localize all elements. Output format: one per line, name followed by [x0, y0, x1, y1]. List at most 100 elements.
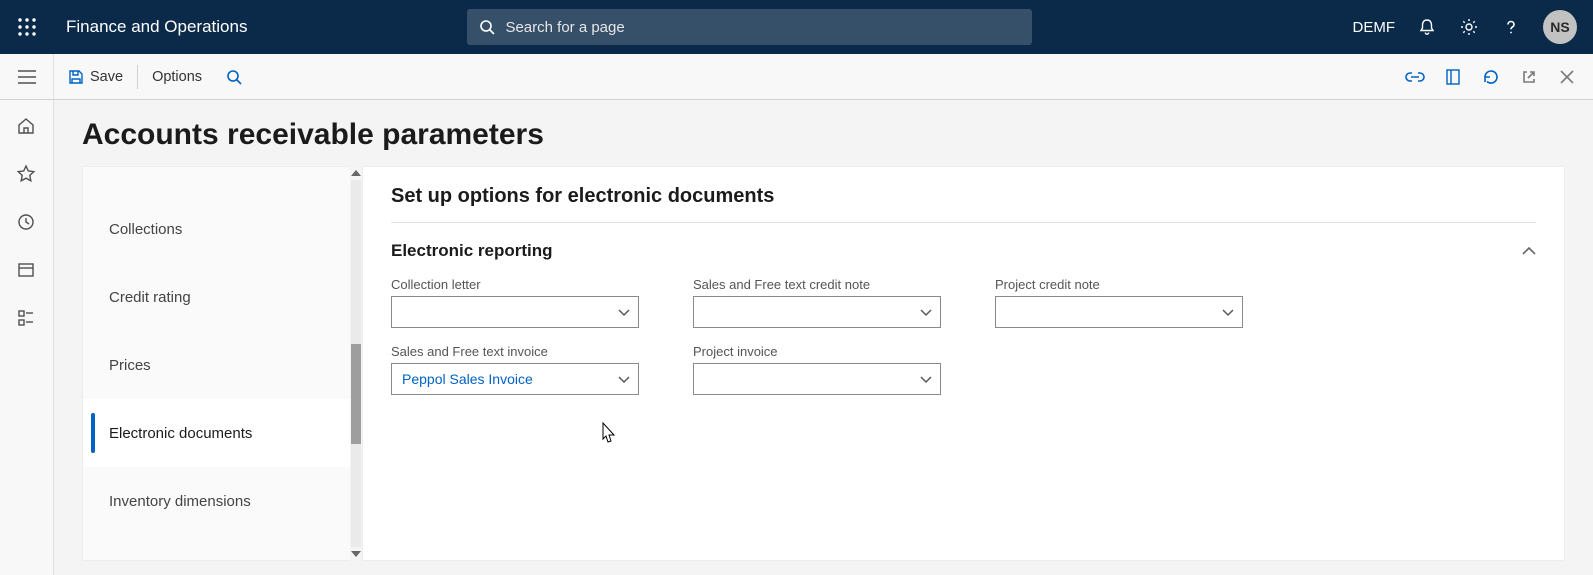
chevron-down-icon — [920, 304, 932, 320]
content-row: Collections Credit rating Prices Electro… — [82, 166, 1593, 561]
help-button[interactable] — [1501, 17, 1521, 37]
field-sales-credit-note: Sales and Free text credit note — [693, 277, 941, 328]
field-project-invoice: Project invoice — [693, 344, 941, 395]
search-icon — [226, 69, 242, 85]
clock-icon — [16, 212, 36, 232]
star-icon — [16, 164, 36, 184]
chevron-down-icon — [920, 371, 932, 387]
nav-modules[interactable] — [16, 308, 38, 330]
field-label: Sales and Free text invoice — [391, 344, 639, 359]
save-label: Save — [90, 69, 123, 85]
tab-scrollbar[interactable] — [349, 166, 363, 561]
help-icon — [1501, 17, 1521, 37]
field-label: Project invoice — [693, 344, 941, 359]
field-collection-letter: Collection letter — [391, 277, 639, 328]
home-icon — [16, 116, 36, 136]
office-icon — [1445, 68, 1461, 86]
group-title: Electronic reporting — [391, 241, 553, 261]
scroll-down-arrow[interactable] — [349, 547, 363, 561]
scroll-thumb[interactable] — [351, 344, 361, 444]
tab-credit-rating[interactable]: Credit rating — [83, 263, 350, 331]
link-icon — [1405, 70, 1425, 84]
page-title: Accounts receivable parameters — [82, 118, 1593, 152]
office-button[interactable] — [1443, 67, 1463, 87]
modules-icon — [16, 308, 36, 328]
field-project-credit-note: Project credit note — [995, 277, 1243, 328]
search-placeholder: Search for a page — [505, 19, 624, 36]
tab-label: Electronic documents — [109, 425, 252, 442]
workspace-icon — [16, 260, 36, 280]
section-divider — [391, 222, 1536, 223]
refresh-icon — [1482, 68, 1500, 86]
field-sales-invoice: Sales and Free text invoice Peppol Sales… — [391, 344, 639, 395]
settings-button[interactable] — [1459, 17, 1479, 37]
bell-icon — [1417, 17, 1437, 37]
global-search[interactable]: Search for a page — [467, 9, 1032, 45]
field-label: Sales and Free text credit note — [693, 277, 941, 292]
project-invoice-dropdown[interactable] — [693, 363, 941, 395]
chevron-up-icon — [351, 170, 361, 176]
nav-workspaces[interactable] — [16, 260, 38, 282]
app-title: Finance and Operations — [66, 17, 247, 37]
gear-icon — [1459, 17, 1479, 37]
collapse-toggle[interactable] — [1522, 242, 1536, 260]
collection-letter-dropdown[interactable] — [391, 296, 639, 328]
chevron-down-icon — [618, 304, 630, 320]
tab-list-wrap: Collections Credit rating Prices Electro… — [82, 166, 362, 561]
tab-label: Credit rating — [109, 289, 191, 306]
hamburger-icon — [18, 70, 36, 84]
tab-prices[interactable]: Prices — [83, 331, 350, 399]
tab-inventory-dimensions[interactable]: Inventory dimensions — [83, 467, 350, 535]
page-body: Accounts receivable parameters Collectio… — [0, 100, 1593, 575]
waffle-button[interactable] — [0, 0, 54, 54]
tab-label: Collections — [109, 221, 182, 238]
save-button[interactable]: Save — [54, 54, 137, 99]
nav-favorites[interactable] — [16, 164, 38, 186]
chevron-down-icon — [618, 371, 630, 387]
scroll-up-arrow[interactable] — [349, 166, 363, 180]
chevron-down-icon — [351, 551, 361, 557]
nav-recent[interactable] — [16, 212, 38, 234]
field-label: Project credit note — [995, 277, 1243, 292]
header-right: DEMF NS — [1353, 10, 1593, 44]
command-items: Save Options — [54, 54, 252, 99]
save-icon — [68, 69, 84, 85]
options-label: Options — [152, 69, 202, 85]
chevron-up-icon — [1522, 247, 1536, 255]
page-search-button[interactable] — [216, 54, 252, 99]
close-button[interactable] — [1557, 67, 1577, 87]
tab-electronic-documents[interactable]: Electronic documents — [83, 399, 350, 467]
options-button[interactable]: Options — [138, 54, 216, 99]
popout-icon — [1521, 69, 1537, 85]
field-label: Collection letter — [391, 277, 639, 292]
nav-toggle-button[interactable] — [0, 54, 54, 99]
group-header[interactable]: Electronic reporting — [391, 241, 1536, 261]
notifications-button[interactable] — [1417, 17, 1437, 37]
form-panel: Set up options for electronic documents … — [362, 166, 1565, 561]
combo-value: Peppol Sales Invoice — [402, 371, 533, 387]
attachments-button[interactable] — [1405, 67, 1425, 87]
sales-credit-note-dropdown[interactable] — [693, 296, 941, 328]
nav-rail — [0, 100, 54, 575]
scroll-track[interactable] — [351, 180, 361, 547]
nav-home[interactable] — [16, 116, 38, 138]
tab-list: Collections Credit rating Prices Electro… — [82, 166, 350, 561]
tab-label: Prices — [109, 357, 151, 374]
project-credit-note-dropdown[interactable] — [995, 296, 1243, 328]
command-right — [1405, 67, 1593, 87]
waffle-icon — [18, 18, 36, 36]
search-icon — [479, 19, 495, 35]
close-icon — [1560, 70, 1574, 84]
company-indicator[interactable]: DEMF — [1353, 19, 1396, 36]
sales-invoice-dropdown[interactable]: Peppol Sales Invoice — [391, 363, 639, 395]
section-caption: Set up options for electronic documents — [391, 185, 1536, 208]
command-bar: Save Options — [0, 54, 1593, 100]
app-header: Finance and Operations Search for a page… — [0, 0, 1593, 54]
refresh-button[interactable] — [1481, 67, 1501, 87]
main-area: Accounts receivable parameters Collectio… — [54, 100, 1593, 575]
tab-label: Inventory dimensions — [109, 493, 251, 510]
user-avatar[interactable]: NS — [1543, 10, 1577, 44]
popout-button[interactable] — [1519, 67, 1539, 87]
fields-grid: Collection letter Sales and Free text cr… — [391, 277, 1536, 395]
tab-collections[interactable]: Collections — [83, 195, 350, 263]
